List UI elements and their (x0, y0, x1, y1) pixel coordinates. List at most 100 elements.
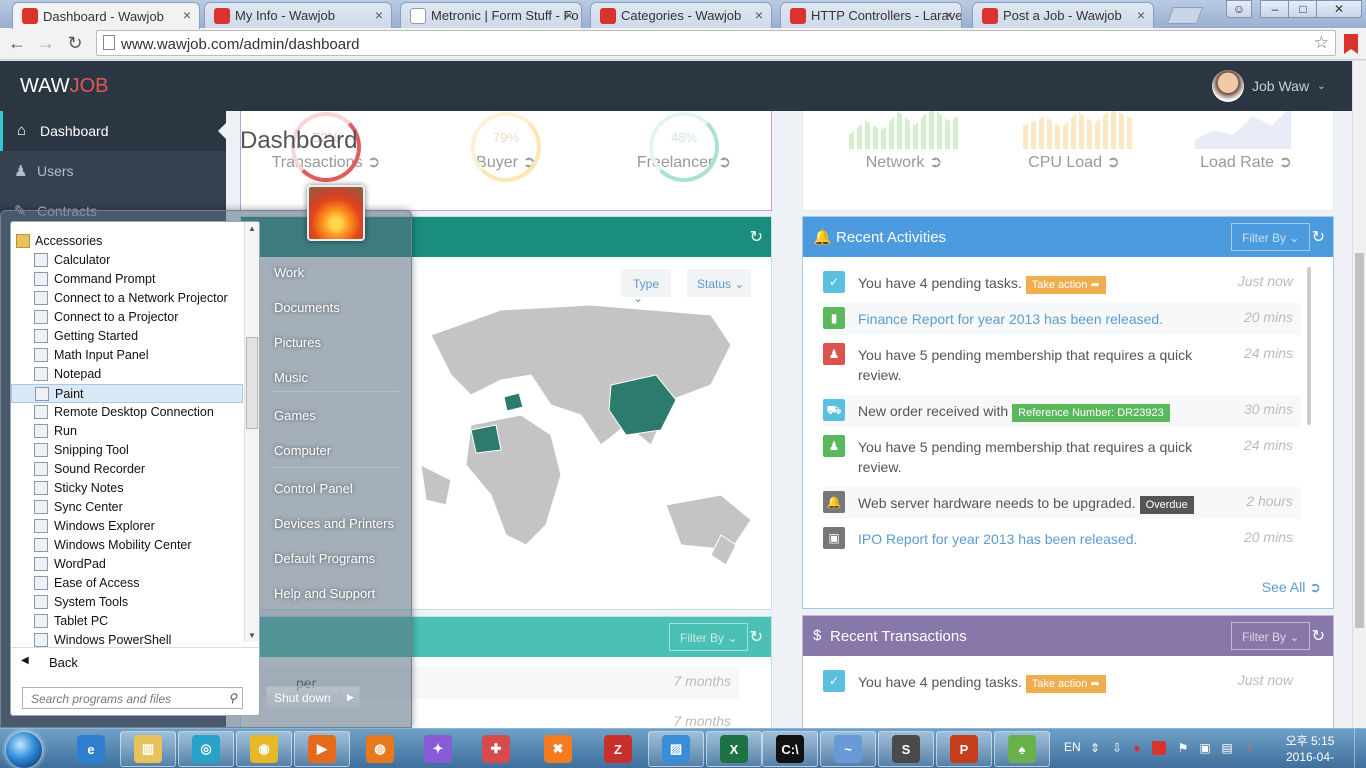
status-dropdown[interactable]: Status ⌄ (687, 269, 751, 297)
flag-icon[interactable]: ⚑ (1176, 741, 1190, 755)
program-list-scrollbar[interactable]: ▲ ▼ (244, 222, 259, 642)
taskbar-app[interactable]: ▥ (120, 731, 176, 767)
start-link[interactable]: Computer (274, 443, 331, 458)
show-desktop-button[interactable] (1354, 729, 1366, 768)
program-item[interactable]: Accessories (11, 232, 243, 251)
program-item[interactable]: Getting Started (11, 327, 243, 346)
user-account-picture[interactable] (307, 185, 365, 241)
program-item[interactable]: Connect to a Network Projector (11, 289, 243, 308)
close-tab-icon[interactable]: × (565, 7, 573, 23)
program-item[interactable]: WordPad (11, 555, 243, 574)
take-action-badge[interactable]: Take action ➦ (1025, 675, 1106, 693)
program-item[interactable]: Sticky Notes (11, 479, 243, 498)
activity-text[interactable]: IPO Report for year 2013 has been releas… (858, 531, 1137, 547)
sidebar-item-dashboard[interactable]: ⌂ Dashboard (0, 111, 226, 151)
arrow-circle-icon[interactable]: ➲ (1278, 154, 1291, 171)
activity-row[interactable]: ▮ Finance Report for year 2013 has been r… (823, 303, 1301, 335)
taskbar-app[interactable]: S (878, 731, 934, 767)
wawjob-tray-icon[interactable] (1152, 741, 1166, 755)
scroll-up-icon[interactable]: ▲ (248, 224, 256, 233)
program-item[interactable]: System Tools (11, 593, 243, 612)
reload-icon[interactable]: ↻ (64, 33, 86, 54)
taskbar-app[interactable]: ▶ (294, 731, 350, 767)
refresh-icon[interactable]: ↻ (750, 227, 763, 247)
back-button[interactable]: ◀ Back (11, 647, 259, 677)
taskbar-app[interactable]: ◎ (178, 731, 234, 767)
activity-row[interactable]: 🔔 Web server hardware needs to be upgrade… (823, 487, 1301, 519)
keyboard-icon[interactable]: ⇕ (1088, 741, 1102, 755)
activity-row[interactable]: ⛟ New order received with Reference Number… (823, 395, 1301, 427)
start-link[interactable]: Pictures (274, 335, 321, 350)
see-all-link[interactable]: See All ➲ (1262, 579, 1321, 596)
start-link[interactable]: Devices and Printers (274, 516, 394, 531)
close-tab-icon[interactable]: × (945, 7, 953, 23)
start-link[interactable]: Documents (274, 300, 340, 315)
start-link[interactable]: Help and Support (274, 586, 375, 601)
maximize-button[interactable]: □ (1288, 0, 1318, 18)
taskbar-app[interactable]: ~ (820, 731, 876, 767)
start-link[interactable]: Work (274, 265, 304, 280)
activity-badge[interactable]: Reference Number: DR23923 (1012, 404, 1170, 422)
page-scrollbar[interactable] (1352, 61, 1366, 728)
clock[interactable]: 오후 5:15 2016-04-13 (1280, 733, 1340, 768)
arrow-circle-icon[interactable]: ➲ (367, 154, 380, 171)
filter-by-button[interactable]: Filter By ⌄ (669, 623, 749, 651)
program-item[interactable]: Remote Desktop Connection (11, 403, 243, 422)
activity-scrollbar[interactable] (1307, 267, 1311, 425)
taskbar-app[interactable]: ◉ (236, 731, 292, 767)
program-item[interactable]: Sync Center (11, 498, 243, 517)
refresh-icon[interactable]: ↻ (1312, 227, 1325, 247)
page-scrollbar-thumb[interactable] (1355, 253, 1364, 628)
input-method-icon[interactable]: ⇩ (1110, 741, 1124, 755)
activity-row[interactable]: ♟ You have 5 pending membership that requ… (823, 431, 1301, 483)
app-tray-icon[interactable]: ● (1130, 741, 1144, 755)
browser-tab[interactable]: Metronic | Form Stuff - Fo × (400, 2, 582, 28)
arrow-circle-icon[interactable]: ➲ (718, 154, 731, 171)
device-icon[interactable]: ▣ (1198, 741, 1212, 755)
program-item[interactable]: Math Input Panel (11, 346, 243, 365)
start-link[interactable]: Default Programs (274, 551, 375, 566)
program-item[interactable]: Snipping Tool (11, 441, 243, 460)
bookmark-star-icon[interactable]: ☆ (1314, 33, 1329, 53)
browser-tab[interactable]: HTTP Controllers - Laravel × (780, 2, 962, 28)
volume-muted-icon[interactable]: ♪ (1242, 741, 1256, 755)
start-button[interactable] (6, 732, 42, 768)
program-item[interactable]: Run (11, 422, 243, 441)
activity-row[interactable]: ♟ You have 5 pending membership that requ… (823, 339, 1301, 391)
program-item[interactable]: Ease of Access (11, 574, 243, 593)
program-item[interactable]: Calculator (11, 251, 243, 270)
program-item[interactable]: Tablet PC (11, 612, 243, 631)
browser-tab[interactable]: My Info - Wawjob × (204, 2, 392, 28)
browser-tab[interactable]: Dashboard - Wawjob × (12, 2, 200, 29)
program-item[interactable]: Sound Recorder (11, 460, 243, 479)
taskbar-app[interactable]: P (936, 731, 992, 767)
start-link[interactable]: Control Panel (274, 481, 353, 496)
filter-by-button[interactable]: Filter By ⌄ (1231, 622, 1311, 650)
filter-by-button[interactable]: Filter By ⌄ (1231, 223, 1311, 251)
program-item[interactable]: Paint (11, 384, 243, 403)
program-list-scroll-thumb[interactable] (246, 337, 258, 429)
type-dropdown[interactable]: Type ⌄ (621, 269, 671, 305)
arrow-circle-icon[interactable]: ➲ (929, 154, 942, 171)
browser-tab[interactable]: Post a Job - Wawjob × (972, 2, 1154, 28)
close-tab-icon[interactable]: × (1137, 7, 1145, 23)
profile-button[interactable]: ☺ (1226, 0, 1252, 18)
taskbar-app[interactable]: Z (590, 731, 646, 767)
program-item[interactable]: Command Prompt (11, 270, 243, 289)
user-menu[interactable]: Job Waw ⌄ (1212, 70, 1325, 102)
taskbar-app[interactable]: ◍ (352, 731, 408, 767)
close-tab-icon[interactable]: × (755, 7, 763, 23)
activity-text[interactable]: Finance Report for year 2013 has been re… (858, 311, 1163, 327)
taskbar-app[interactable]: ▨ (648, 731, 704, 767)
activity-badge[interactable]: Take action ➦ (1025, 276, 1106, 294)
minimize-button[interactable]: – (1260, 0, 1290, 18)
arrow-circle-icon[interactable]: ➲ (1106, 154, 1119, 171)
activity-row[interactable]: ✓ You have 4 pending tasks. Take action ➦ J… (823, 267, 1301, 299)
logo[interactable]: WAWJOB (20, 75, 109, 98)
start-link[interactable]: Music (274, 370, 308, 385)
language-indicator[interactable]: EN (1064, 740, 1081, 754)
taskbar-app[interactable]: ♠ (994, 731, 1050, 767)
taskbar-app[interactable]: ✚ (468, 731, 524, 767)
taskbar-app[interactable]: X (706, 731, 762, 767)
world-map[interactable] (411, 305, 771, 605)
